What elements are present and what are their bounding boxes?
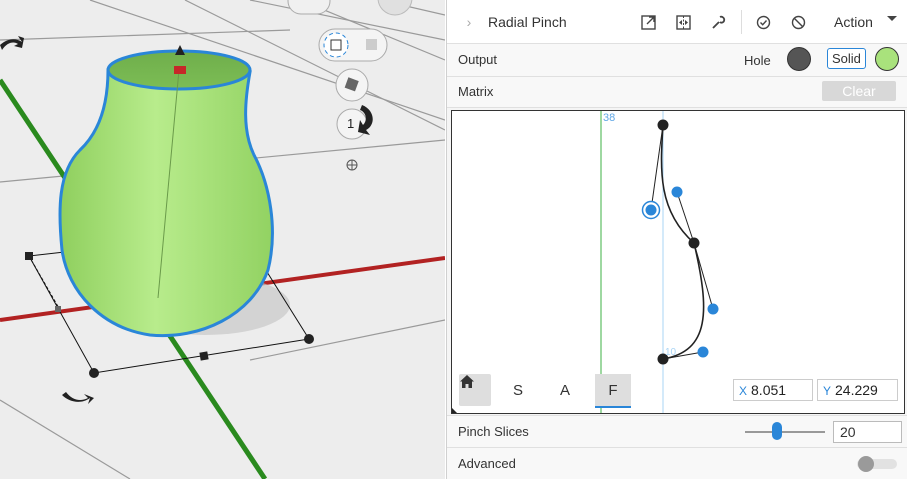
chevron-down-icon[interactable] xyxy=(887,16,897,21)
cancel-icon[interactable] xyxy=(784,8,812,36)
pinch-slices-label: Pinch Slices xyxy=(458,424,529,439)
scene-canvas[interactable] xyxy=(0,0,445,479)
vase-shape[interactable] xyxy=(58,68,274,338)
resize-corner-icon xyxy=(452,408,457,413)
solid-color-swatch[interactable] xyxy=(875,47,899,71)
axis-top-label: 38 xyxy=(603,112,616,124)
pinch-slices-slider[interactable] xyxy=(745,431,825,433)
chevron-right-icon[interactable]: › xyxy=(455,8,483,36)
view-cube-number: 1 xyxy=(347,116,355,131)
axis-bottom-label: 10 xyxy=(665,347,677,358)
home-button[interactable] xyxy=(459,374,491,406)
panel-title: Radial Pinch xyxy=(488,14,567,30)
anchor-point-top[interactable] xyxy=(657,119,669,131)
pinch-slices-input[interactable]: 20 xyxy=(833,421,902,443)
solid-toggle-button[interactable]: Solid xyxy=(827,48,866,69)
expand-icon[interactable] xyxy=(634,8,662,36)
mirror-icon[interactable] xyxy=(669,8,697,36)
shape-inspector-panel: › Radial Pinch Action Output Hole Solid … xyxy=(446,0,907,479)
action-menu-button[interactable]: Action xyxy=(834,14,873,30)
mode-f-button[interactable]: F xyxy=(595,374,631,408)
home-icon xyxy=(460,375,474,388)
square-icon xyxy=(366,39,377,50)
x-label: X xyxy=(739,384,748,398)
y-value: 24.229 xyxy=(835,382,878,398)
hole-label: Hole xyxy=(744,53,771,68)
x-coordinate-field[interactable]: X 8.051 xyxy=(733,379,813,401)
mode-a-button[interactable]: A xyxy=(549,374,581,406)
curve-anchor-points xyxy=(657,119,700,365)
matrix-label: Matrix xyxy=(458,84,494,99)
advanced-label: Advanced xyxy=(458,456,516,471)
x-value: 8.051 xyxy=(751,382,787,398)
hole-color-swatch[interactable] xyxy=(787,47,811,71)
panel-header: › Radial Pinch Action xyxy=(447,0,907,44)
apply-check-icon[interactable] xyxy=(749,8,777,36)
grid-icon[interactable] xyxy=(323,32,349,58)
mode-s-button[interactable]: S xyxy=(502,374,534,406)
curve-canvas[interactable] xyxy=(452,111,905,414)
matrix-row: Matrix Clear xyxy=(447,77,907,108)
curve-handle-lines xyxy=(650,124,714,360)
clear-button[interactable]: Clear xyxy=(822,81,896,101)
advanced-row: Advanced xyxy=(447,448,907,479)
output-row: Output Hole Solid xyxy=(447,44,907,77)
pinch-slices-row: Pinch Slices 20 xyxy=(447,415,907,448)
rotate-handle-bottom[interactable] xyxy=(62,392,94,404)
curve-control-points xyxy=(671,186,719,358)
y-label: Y xyxy=(823,384,832,398)
output-label: Output xyxy=(458,52,498,67)
3d-viewport[interactable]: 1 xyxy=(0,0,445,479)
slider-thumb[interactable] xyxy=(772,422,782,440)
pinch-curve-editor[interactable]: 38 10 S A F X 8.051 Y 24.229 xyxy=(451,110,905,414)
y-coordinate-field[interactable]: Y 24.229 xyxy=(817,379,898,401)
advanced-toggle-knob[interactable] xyxy=(858,456,874,472)
rotate-handle[interactable] xyxy=(0,36,24,50)
wrench-icon[interactable] xyxy=(704,8,732,36)
anchor-point-middle[interactable] xyxy=(688,237,700,249)
